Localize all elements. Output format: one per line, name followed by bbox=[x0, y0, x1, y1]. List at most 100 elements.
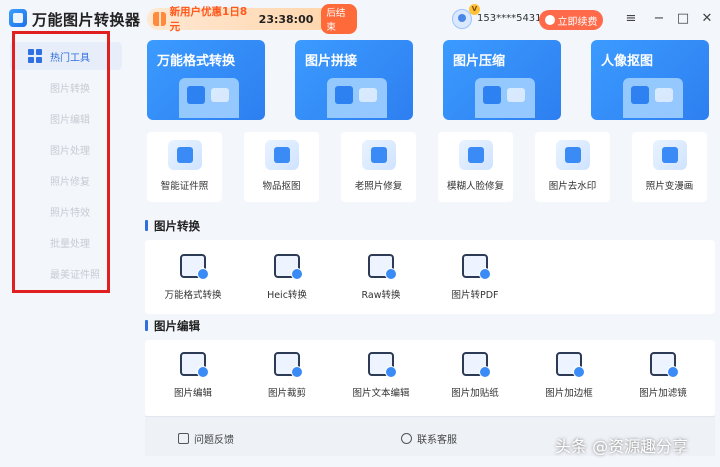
tool-label: 图片文本编辑 bbox=[352, 388, 410, 399]
renew-button[interactable]: 立即续费 bbox=[539, 10, 603, 30]
tool-label: 图片加滤镜 bbox=[639, 388, 687, 399]
tool-label: 图片转PDF bbox=[451, 290, 499, 301]
feedback-icon bbox=[178, 433, 189, 444]
tool-cartoon[interactable]: 照片变漫画 bbox=[632, 132, 707, 202]
tool-text-edit[interactable]: 图片文本编辑 bbox=[341, 352, 421, 399]
tool-filter[interactable]: 图片加滤镜 bbox=[623, 352, 703, 399]
title-bar: 万能图片转换器 新用户优惠1日8元 23:38:00 后结束 V 153****… bbox=[0, 0, 720, 38]
sidebar-item-convert[interactable]: 图片转换 bbox=[10, 73, 122, 101]
tool-image-to-pdf[interactable]: 图片转PDF bbox=[435, 254, 515, 301]
crown-icon bbox=[544, 15, 555, 25]
user-name[interactable]: 153****5431 bbox=[477, 13, 542, 24]
card-title: 图片压缩 bbox=[453, 54, 506, 69]
id-card-icon bbox=[167, 140, 202, 170]
support-label: 联系客服 bbox=[417, 435, 457, 446]
edit-image-icon bbox=[180, 352, 209, 378]
grid-icon bbox=[28, 49, 42, 63]
sidebar-item-hot-tools[interactable]: 热门工具 bbox=[10, 42, 122, 70]
card-compress[interactable]: 图片压缩 bbox=[443, 40, 561, 120]
card-portrait-cutout[interactable]: 人像抠图 bbox=[591, 40, 709, 120]
tool-label: Raw转换 bbox=[361, 290, 401, 301]
tool-object-cutout[interactable]: 物品抠图 bbox=[244, 132, 319, 202]
card-title: 图片拼接 bbox=[305, 54, 358, 69]
card-stitch[interactable]: 图片拼接 bbox=[295, 40, 413, 120]
tool-id-photo[interactable]: 智能证件照 bbox=[147, 132, 222, 202]
tool-label: 智能证件照 bbox=[160, 181, 209, 192]
raw-icon bbox=[368, 254, 397, 280]
sidebar-item-edit[interactable]: 图片编辑 bbox=[10, 104, 122, 132]
convert-panel: 万能格式转换 Heic转换 Raw转换 图片转PDF bbox=[145, 240, 715, 314]
promo-banner[interactable]: 新用户优惠1日8元 23:38:00 后结束 bbox=[147, 4, 357, 34]
portrait-icon bbox=[623, 78, 683, 118]
watermark: 头条 @资源趣分享 bbox=[555, 437, 689, 456]
sidebar-item-label: 批量处理 bbox=[50, 238, 90, 250]
sticker-icon bbox=[462, 352, 491, 378]
sidebar-item-repair[interactable]: 照片修复 bbox=[10, 166, 122, 194]
sidebar: 热门工具 图片转换 图片编辑 图片处理 照片修复 照片特效 批量处理 最美证件照 bbox=[0, 38, 134, 467]
promo-text: 新用户优惠1日8元 bbox=[169, 6, 248, 33]
renew-label: 立即续费 bbox=[557, 16, 598, 28]
tool-label: Heic转换 bbox=[267, 290, 307, 301]
feedback-label: 问题反馈 bbox=[194, 435, 234, 446]
tool-label: 图片去水印 bbox=[548, 181, 597, 192]
tool-label: 万能格式转换 bbox=[164, 290, 222, 301]
sidebar-item-label: 照片特效 bbox=[50, 207, 90, 219]
card-format-convert[interactable]: 万能格式转换 bbox=[147, 40, 265, 120]
sidebar-item-label: 热门工具 bbox=[50, 52, 90, 64]
tool-raw-convert[interactable]: Raw转换 bbox=[341, 254, 421, 301]
headset-icon bbox=[401, 433, 412, 444]
minimize-icon[interactable]: − bbox=[650, 10, 668, 28]
main-content: 万能格式转换 图片拼接 图片压缩 人像抠图 智能证件照 物品抠图 老照片修复 模… bbox=[145, 38, 720, 467]
sidebar-item-batch[interactable]: 批量处理 bbox=[10, 228, 122, 256]
cartoon-icon bbox=[652, 140, 687, 170]
card-title: 万能格式转换 bbox=[157, 54, 236, 69]
tool-label: 照片变漫画 bbox=[645, 181, 694, 192]
tool-label: 物品抠图 bbox=[262, 181, 301, 192]
section-title-edit: 图片编辑 bbox=[145, 318, 200, 334]
sidebar-item-label: 图片编辑 bbox=[50, 114, 90, 126]
face-icon bbox=[458, 140, 493, 170]
close-icon[interactable]: ✕ bbox=[698, 10, 716, 28]
border-icon bbox=[556, 352, 585, 378]
tool-heic-convert[interactable]: Heic转换 bbox=[247, 254, 327, 301]
compress-icon bbox=[475, 78, 535, 118]
app-logo-icon bbox=[9, 9, 27, 27]
tool-crop[interactable]: 图片裁剪 bbox=[247, 352, 327, 399]
sidebar-item-effects[interactable]: 照片特效 bbox=[10, 197, 122, 225]
sidebar-item-id-photo[interactable]: 最美证件照 bbox=[10, 259, 122, 287]
support-button[interactable]: 联系客服 bbox=[401, 431, 457, 446]
tool-label: 模糊人脸修复 bbox=[446, 181, 504, 192]
sidebar-item-label: 最美证件照 bbox=[50, 269, 100, 281]
text-edit-icon bbox=[368, 352, 397, 378]
tool-label: 图片加边框 bbox=[545, 388, 593, 399]
tool-format-convert[interactable]: 万能格式转换 bbox=[153, 254, 233, 301]
image-convert-icon bbox=[180, 254, 209, 280]
tool-old-photo-repair[interactable]: 老照片修复 bbox=[341, 132, 416, 202]
filter-icon bbox=[650, 352, 679, 378]
tool-label: 图片编辑 bbox=[173, 388, 212, 399]
sidebar-item-label: 图片转换 bbox=[50, 83, 90, 95]
wrench-icon bbox=[361, 140, 396, 170]
tool-image-edit[interactable]: 图片编辑 bbox=[153, 352, 233, 399]
crop-icon bbox=[274, 352, 303, 378]
sidebar-item-process[interactable]: 图片处理 bbox=[10, 135, 122, 163]
tool-border[interactable]: 图片加边框 bbox=[529, 352, 609, 399]
tool-remove-watermark[interactable]: 图片去水印 bbox=[535, 132, 610, 202]
tool-face-repair[interactable]: 模糊人脸修复 bbox=[438, 132, 513, 202]
maximize-icon[interactable]: □ bbox=[674, 10, 692, 28]
sidebar-item-label: 图片处理 bbox=[50, 145, 90, 157]
bag-icon bbox=[264, 140, 299, 170]
image-stitch-icon bbox=[327, 78, 387, 118]
promo-countdown: 23:38:00 bbox=[258, 12, 314, 26]
edit-panel: 图片编辑 图片裁剪 图片文本编辑 图片加贴纸 图片加边框 图片加滤镜 bbox=[145, 340, 715, 416]
tool-label: 图片裁剪 bbox=[267, 388, 306, 399]
image-convert-icon bbox=[179, 78, 239, 118]
feedback-button[interactable]: 问题反馈 bbox=[178, 431, 234, 446]
tool-label: 图片加贴纸 bbox=[451, 388, 499, 399]
section-title-convert: 图片转换 bbox=[145, 218, 200, 234]
gift-icon bbox=[153, 12, 166, 26]
menu-icon[interactable]: ≡ bbox=[622, 10, 640, 28]
tool-sticker[interactable]: 图片加贴纸 bbox=[435, 352, 515, 399]
app-title: 万能图片转换器 bbox=[32, 11, 141, 29]
card-title: 人像抠图 bbox=[601, 54, 654, 69]
